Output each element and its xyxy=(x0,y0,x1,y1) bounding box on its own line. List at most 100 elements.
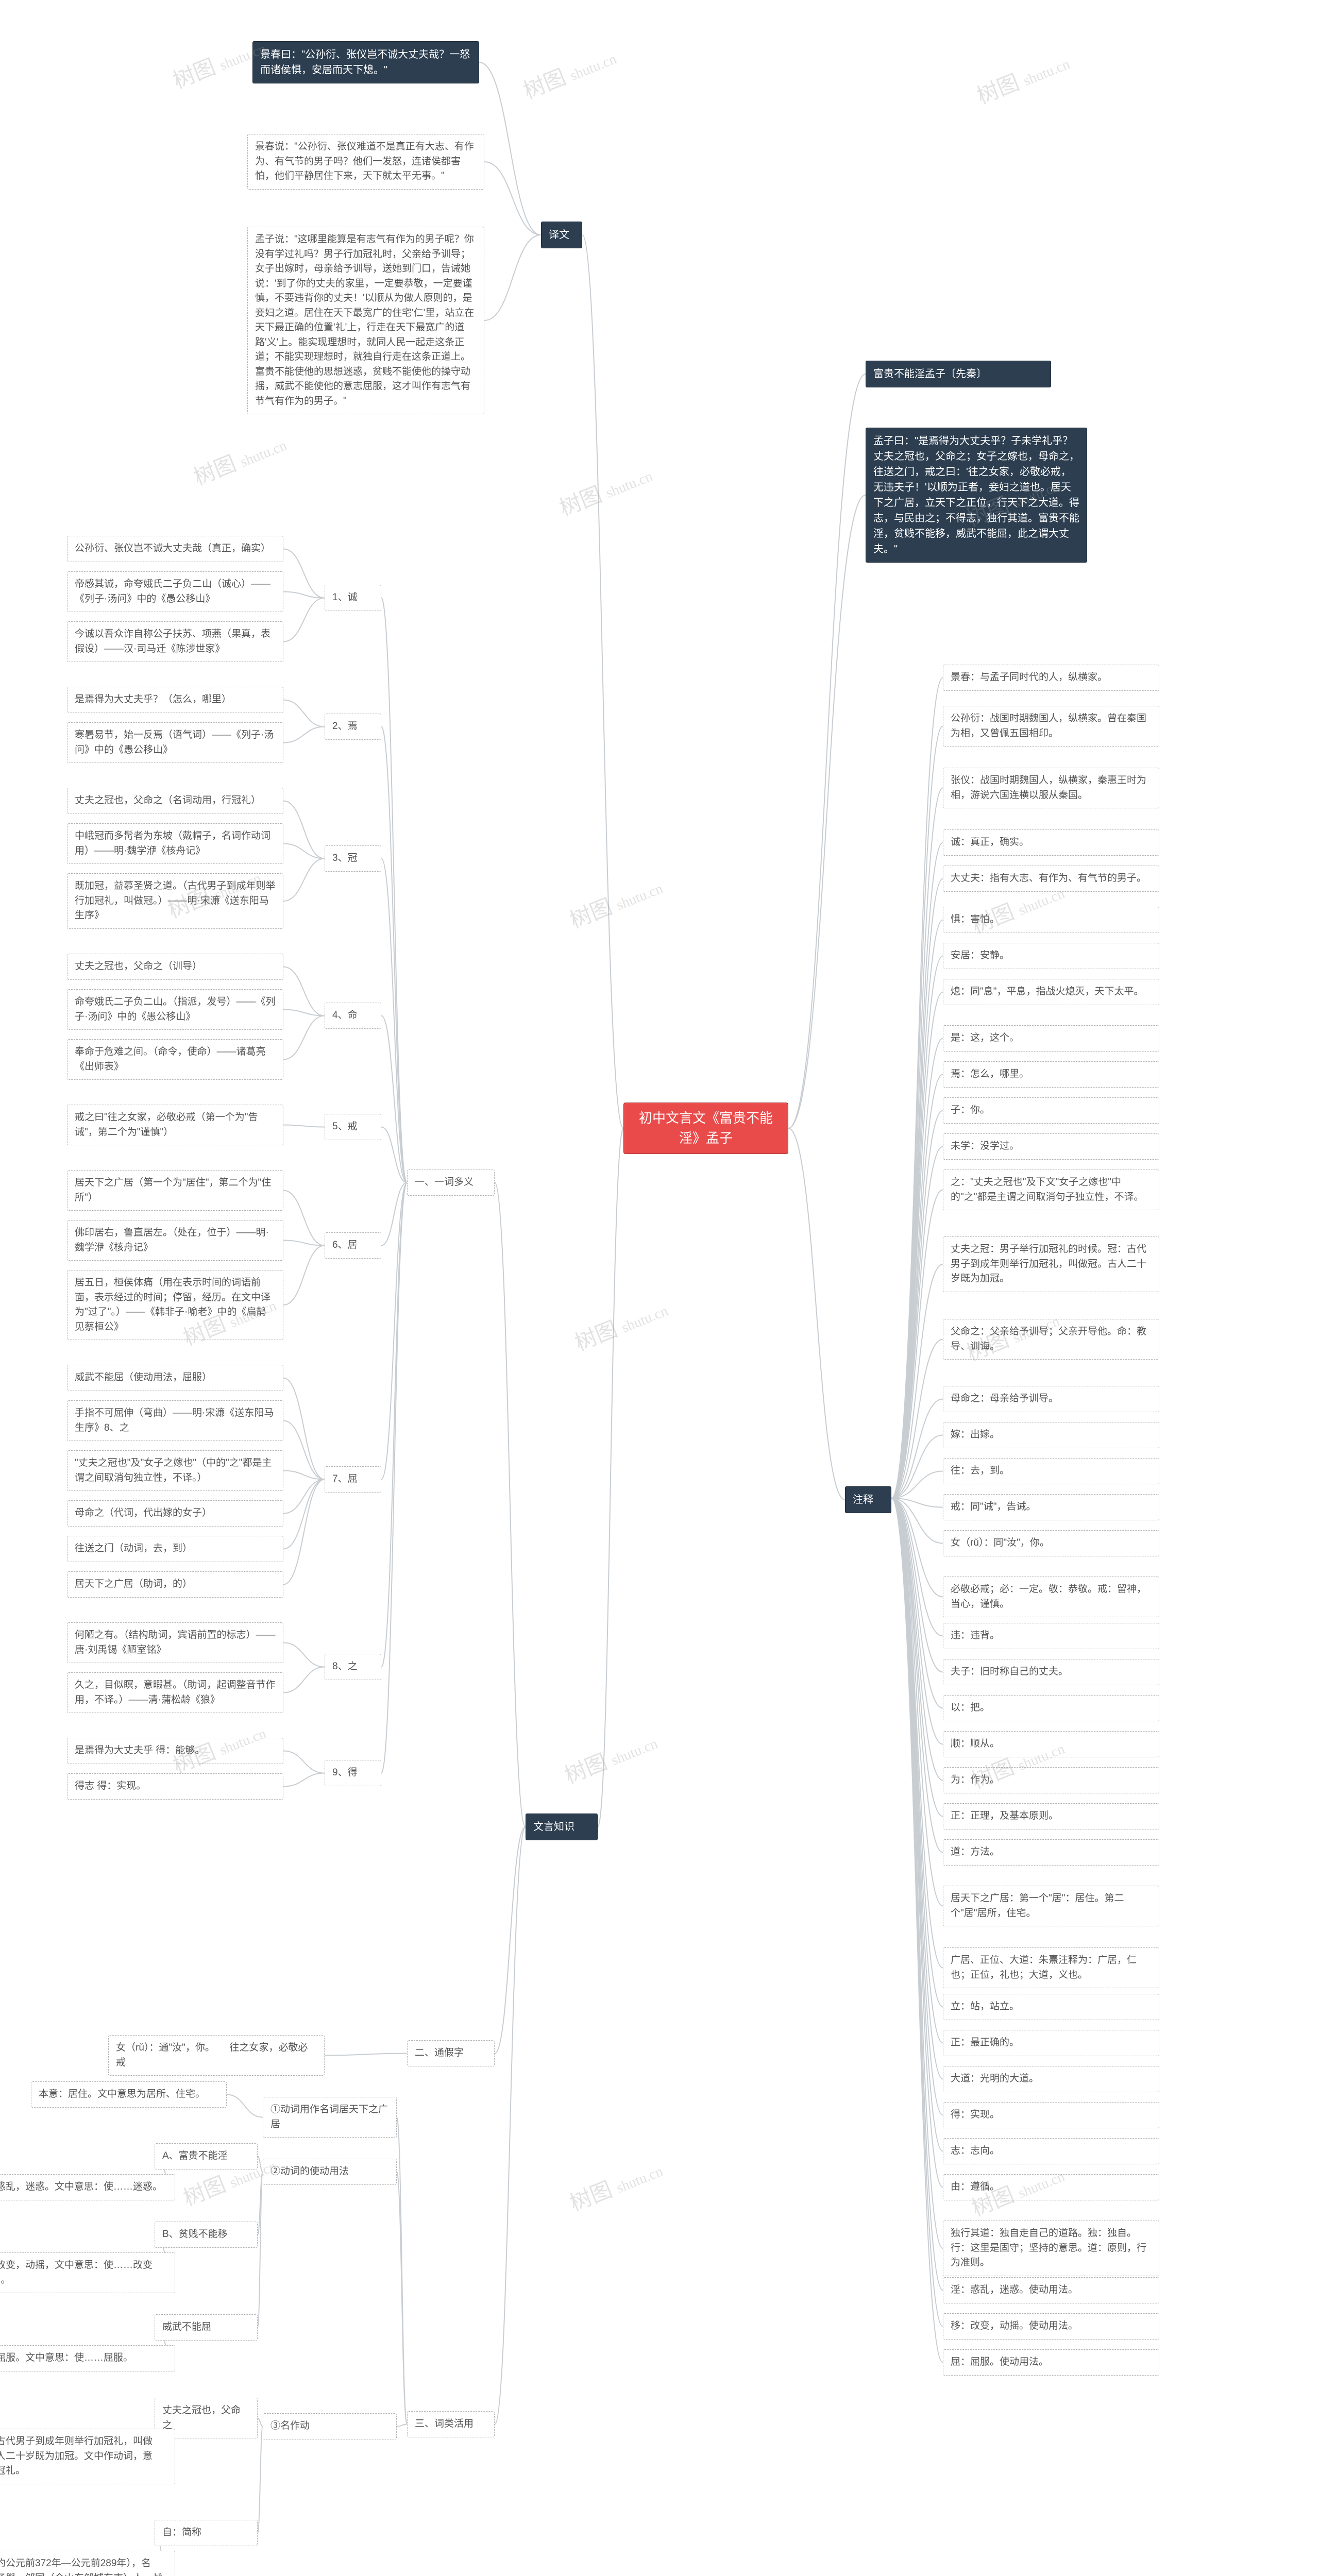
original-title: 富贵不能淫孟子〔先秦〕 xyxy=(866,361,1051,387)
annotation-item: 道：方法。 xyxy=(943,1839,1159,1866)
polysemy-item: 居天下之广居（第一个为"居住"，第二个为"住所"） xyxy=(67,1170,283,1211)
annotation-item: 屈：屈服。使动用法。 xyxy=(943,2349,1159,2376)
polysemy-item: 佛印居右，鲁直居左。（处在，位于）——明·魏学洢《核舟记》 xyxy=(67,1220,283,1261)
polysemy-item: 久之，目似瞑，意暇甚。（助词，起调整音节作用，不译。）——清·蒲松龄《狼》 xyxy=(67,1672,283,1713)
annotation-item: 得：实现。 xyxy=(943,2102,1159,2128)
huoyong-detail: 本意：惑乱，迷惑。文中意思：使……迷惑。 xyxy=(0,2174,175,2200)
annotation-item: 淫：惑乱，迷惑。使动用法。 xyxy=(943,2277,1159,2303)
annotation-item: 惧：害怕。 xyxy=(943,907,1159,933)
huoyong-subgroup: 威武不能屈 xyxy=(155,2314,258,2341)
annotation-item: 张仪：战国时期魏国人，纵横家，秦惠王时为相，游说六国连横以服从秦国。 xyxy=(943,768,1159,808)
annotation-item: 往：去，到。 xyxy=(943,1458,1159,1484)
polysemy-item: 何陋之有。（结构助词，宾语前置的标志）——唐·刘禹锡《陋室铭》 xyxy=(67,1622,283,1663)
annotation-item: 独行其道：独自走自己的道路。独：独自。行：这里是固守；坚持的意思。道：原则，行为… xyxy=(943,2221,1159,2276)
polysemy-item: 奉命于危难之间。（命令，使命）——诸葛亮《出师表》 xyxy=(67,1039,283,1080)
polysemy-item: 威武不能屈（使动用法，屈服） xyxy=(67,1365,283,1391)
annotation-item: 以：把。 xyxy=(943,1695,1159,1721)
polysemy-group: 6、居 xyxy=(325,1232,381,1259)
annotation-item: 父命之：父亲给予训导；父亲开导他。命：教导、训诲。 xyxy=(943,1319,1159,1360)
huoyong-subgroup: B、贫贱不能移 xyxy=(155,2222,258,2248)
jiajie-label: 二、通假字 xyxy=(407,2040,495,2066)
annotation-item: 志：志向。 xyxy=(943,2138,1159,2164)
huoyong-subgroup: A、富贵不能淫 xyxy=(155,2143,258,2170)
polysemy-item: 寒暑易节，始一反焉（语气词）——《列子·汤问》中的《愚公移山》 xyxy=(67,722,283,763)
annotation-item: 女（rǔ）：同"汝"，你。 xyxy=(943,1530,1159,1556)
polysemy-item: 居天下之广居（助词，的） xyxy=(67,1571,283,1598)
annotation-item: 正：正理，及基本原则。 xyxy=(943,1803,1159,1829)
annotation-item: 夫子：旧时称自己的丈夫。 xyxy=(943,1659,1159,1685)
root-node: 初中文言文《富贵不能淫》孟子 xyxy=(623,1103,788,1154)
annotation-item: 违：违背。 xyxy=(943,1623,1159,1649)
huoyong-subgroup: 自：简称 xyxy=(155,2520,258,2546)
annotation-item: 正：最正确的。 xyxy=(943,2030,1159,2056)
annotations-label: 注释 xyxy=(845,1486,891,1513)
annotation-item: 安居：安静。 xyxy=(943,943,1159,969)
huoyong-label: 三、词类活用 xyxy=(407,2411,495,2437)
annotation-item: 丈夫之冠：男子举行加冠礼的时候。冠：古代男子到成年则举行加冠礼，叫做冠。古人二十… xyxy=(943,1236,1159,1292)
polysemy-item: 戒之曰"往之女家，必敬必戒（第一个为"告诫"，第二个为"谨慎"） xyxy=(67,1105,283,1145)
annotation-item: 必敬必戒；必：一定。敬：恭敬。戒：留神，当心，谨慎。 xyxy=(943,1577,1159,1617)
polysemy-item: 丈夫之冠也，父命之（训导） xyxy=(67,954,283,980)
polysemy-item: 中峨冠而多髯者为东坡（戴帽子，名词作动词用）——明·魏学洢《核舟记》 xyxy=(67,823,283,864)
huoyong-item: 本意：居住。文中意思为居所、住宅。 xyxy=(31,2081,227,2108)
annotation-item: 公孙衍：战国时期魏国人，纵横家。曾在秦国为相，又曾佩五国相印。 xyxy=(943,706,1159,747)
mengzi-quote: 孟子曰："是焉得为大丈夫乎？子未学礼乎？丈夫之冠也，父命之；女子之嫁也，母命之，… xyxy=(866,428,1087,563)
annotation-item: 诚：真正，确实。 xyxy=(943,829,1159,856)
polysemy-group: 5、戒 xyxy=(325,1114,381,1140)
knowledge-label: 文言知识 xyxy=(526,1814,598,1840)
annotation-item: 子：你。 xyxy=(943,1097,1159,1124)
polysemy-group: 7、屈 xyxy=(325,1466,381,1493)
polysemy-item: 命夸娥氏二子负二山。（指派，发号）——《列子·汤问》中的《愚公移山》 xyxy=(67,989,283,1030)
polysemy-item: 母命之（代词，代出嫁的女子） xyxy=(67,1500,283,1527)
annotation-item: 移：改变，动摇。使动用法。 xyxy=(943,2313,1159,2340)
huoyong-subtype: ②动词的使动用法 xyxy=(263,2159,397,2185)
huoyong-detail: 本意：改变，动摇，文中意思：使……改变（动摇）。 xyxy=(0,2252,175,2293)
annotation-item: 由：遵循。 xyxy=(943,2174,1159,2200)
annotation-item: 为：作为。 xyxy=(943,1767,1159,1793)
polysemy-item: 帝感其诚，命夸娥氏二子负二山（诚心）——《列子·汤问》中的《愚公移山》 xyxy=(67,571,283,612)
polysemy-item: "丈夫之冠也"及"女子之嫁也"（中的"之"都是主谓之间取消句独立性，不译。） xyxy=(67,1450,283,1491)
polysemy-group: 8、之 xyxy=(325,1654,381,1680)
annotation-item: 顺：顺从。 xyxy=(943,1731,1159,1757)
annotation-item: 景春：与孟子同时代的人，纵横家。 xyxy=(943,665,1159,691)
polysemy-item: 今诚以吾众诈自称公子扶苏、项燕（果真，表假设）——汉·司马迁《陈涉世家》 xyxy=(67,621,283,662)
polysemy-item: 居五日，桓侯体痛（用在表示时间的词语前面，表示经过的时间；停留，经历。在文中译为… xyxy=(67,1270,283,1340)
polysemy-item: 是焉得为大丈夫乎？（怎么，哪里） xyxy=(67,687,283,713)
annotation-item: 大道：光明的大道。 xyxy=(943,2066,1159,2092)
huoyong-detail: 本意：屈服。文中意思：使……屈服。 xyxy=(0,2345,175,2371)
polysemy-group: 2、焉 xyxy=(325,714,381,740)
annotation-item: 未学：没学过。 xyxy=(943,1133,1159,1160)
annotation-item: 之："丈夫之冠也"及下文"女子之嫁也"中的"之"都是主谓之间取消句子独立性，不译… xyxy=(943,1170,1159,1210)
jiajie-item: 女（rǔ）：通"汝"，你。 往之女家，必敬必戒 xyxy=(108,2035,325,2076)
polysemy-item: 得志 得：实现。 xyxy=(67,1773,283,1800)
polysemy-item: 既加冠，益慕圣贤之道。（古代男子到成年则举行加冠礼，叫做冠。）——明·宋濂《送东… xyxy=(67,873,283,929)
annotation-item: 是：这，这个。 xyxy=(943,1025,1159,1052)
polysemy-item: 手指不可屈伸（弯曲）——明·宋濂《送东阳马生序》8、之 xyxy=(67,1400,283,1441)
huoyong-detail: 本意：古代男子到成年则举行加冠礼，叫做冠。古人二十岁既为加冠。文中作动词，意思：… xyxy=(0,2429,175,2484)
huoyong-subtype: ①动词用作名词居天下之广居 xyxy=(263,2097,397,2138)
annotation-item: 广居、正位、大道：朱熹注释为：广居，仁也；正位，礼也；大道，义也。 xyxy=(943,1947,1159,1988)
annotation-item: 戒：同"诫"，告诫。 xyxy=(943,1494,1159,1520)
mengzi-translation: 孟子说："这哪里能算是有志气有作为的男子呢？你没有学过礼吗？男子行加冠礼时，父亲… xyxy=(247,227,484,414)
huoyong-subtype: ③名作动 xyxy=(263,2413,397,2439)
polysemy-group: 4、命 xyxy=(325,1003,381,1029)
annotation-item: 熄：同"息"，平息，指战火熄灭，天下太平。 xyxy=(943,979,1159,1005)
translation-label: 译文 xyxy=(541,222,582,248)
annotation-item: 焉：怎么，哪里。 xyxy=(943,1061,1159,1088)
polysemy-group: 9、得 xyxy=(325,1760,381,1786)
annotation-item: 嫁：出嫁。 xyxy=(943,1422,1159,1448)
polysemy-item: 往送之门（动词，去，到） xyxy=(67,1536,283,1562)
huoyong-detail: 孟子（约公元前372年—公元前289年），名轲，字子舆，邹国（今山东邹城东南）人… xyxy=(0,2551,175,2576)
annotation-item: 居天下之广居：第一个"居"：居住。第二个"居"居所，住宅。 xyxy=(943,1886,1159,1926)
polysemy-item: 是焉得为大丈夫乎 得：能够。 xyxy=(67,1738,283,1764)
annotation-item: 立：站，站立。 xyxy=(943,1994,1159,2020)
polysemy-label: 一、一词多义 xyxy=(407,1170,495,1196)
annotation-item: 母命之：母亲给予训导。 xyxy=(943,1386,1159,1412)
polysemy-item: 公孙衍、张仪岂不诚大丈夫哉（真正，确实） xyxy=(67,536,283,562)
polysemy-group: 1、诚 xyxy=(325,585,381,611)
jingchun-quote: 景春曰："公孙衍、张仪岂不诚大丈夫哉？一怒而诸侯惧，安居而天下熄。" xyxy=(252,41,479,83)
jingchun-translation: 景春说："公孙衍、张仪难道不是真正有大志、有作为、有气节的男子吗？他们一发怒，连… xyxy=(247,134,484,190)
polysemy-group: 3、冠 xyxy=(325,845,381,872)
polysemy-item: 丈夫之冠也，父命之（名词动用，行冠礼） xyxy=(67,788,283,814)
annotation-item: 大丈夫：指有大志、有作为、有气节的男子。 xyxy=(943,866,1159,892)
